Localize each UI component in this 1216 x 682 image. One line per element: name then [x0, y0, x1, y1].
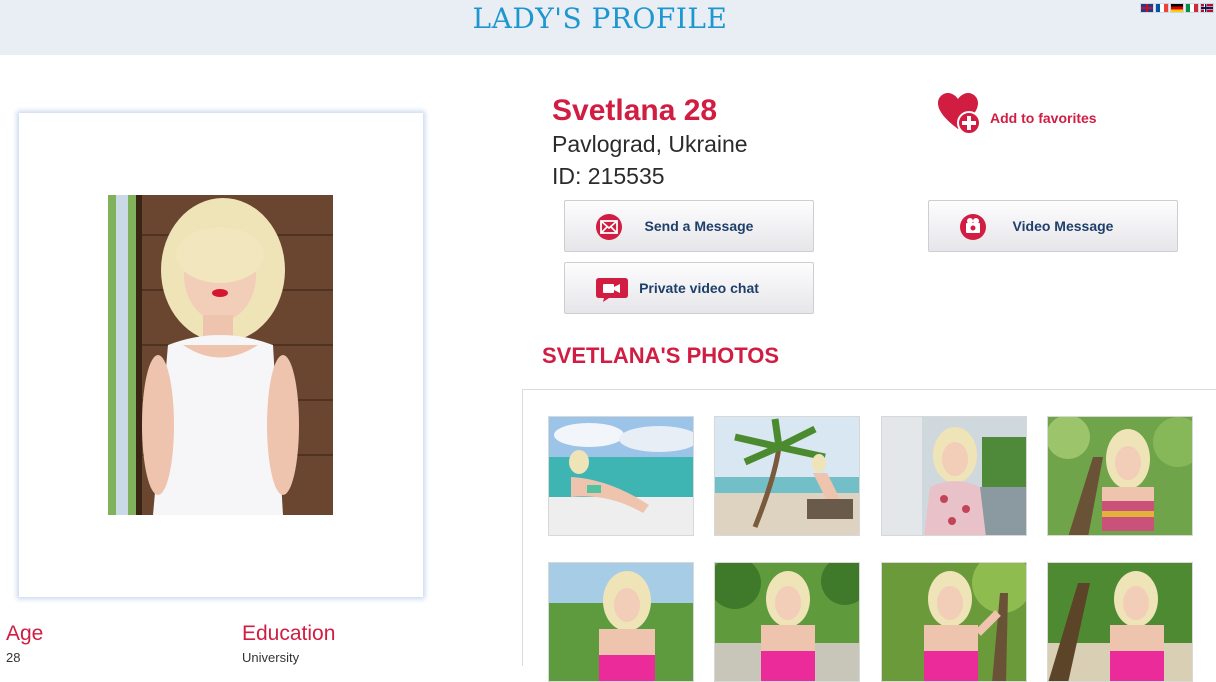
photo-thumbnail[interactable] — [548, 416, 694, 536]
detail-age: Age 28 — [6, 622, 43, 665]
profile-location: Pavlograd, Ukraine — [552, 131, 748, 157]
flag-uk-icon[interactable] — [1140, 3, 1154, 13]
detail-label: Age — [6, 622, 44, 645]
detail-education: Education University — [242, 622, 335, 665]
photo-thumbnail[interactable] — [548, 562, 694, 682]
flag-norway-icon[interactable] — [1200, 3, 1214, 13]
video-message-button[interactable]: Video Message — [928, 200, 1178, 252]
photo-thumbnail[interactable] — [714, 416, 860, 536]
flag-italy-icon[interactable] — [1185, 3, 1199, 13]
send-message-label: Send a Message — [644, 218, 754, 234]
private-video-chat-label: Private video chat — [639, 280, 759, 296]
video-message-label: Video Message — [1012, 218, 1114, 234]
main-profile-photo[interactable] — [108, 195, 333, 515]
heart-plus-icon — [938, 93, 981, 135]
profile-name-age: Svetlana 28 — [552, 94, 718, 127]
photo-thumbnail[interactable] — [881, 416, 1027, 536]
private-video-chat-button[interactable]: Private video chat — [564, 262, 814, 314]
photos-heading: SVETLANA'S PHOTOS — [542, 343, 780, 368]
detail-label: Education — [242, 622, 336, 645]
page-title: LADY'S PROFILE — [472, 2, 728, 35]
detail-value: 28 — [6, 650, 21, 665]
flag-france-icon[interactable] — [1155, 3, 1169, 13]
photo-thumbnail[interactable] — [881, 562, 1027, 682]
detail-value: University — [242, 650, 300, 665]
favorites-label: Add to favorites — [990, 110, 1097, 126]
flag-germany-icon[interactable] — [1170, 3, 1184, 13]
profile-id: ID: 215535 — [552, 163, 665, 189]
language-selector — [1140, 3, 1214, 13]
photo-thumbnail[interactable] — [1047, 562, 1193, 682]
send-message-button[interactable]: Send a Message — [564, 200, 814, 252]
add-to-favorites-button[interactable]: Add to favorites — [938, 93, 1097, 135]
photo-thumbnail[interactable] — [714, 562, 860, 682]
photo-thumbnail[interactable] — [1047, 416, 1193, 536]
